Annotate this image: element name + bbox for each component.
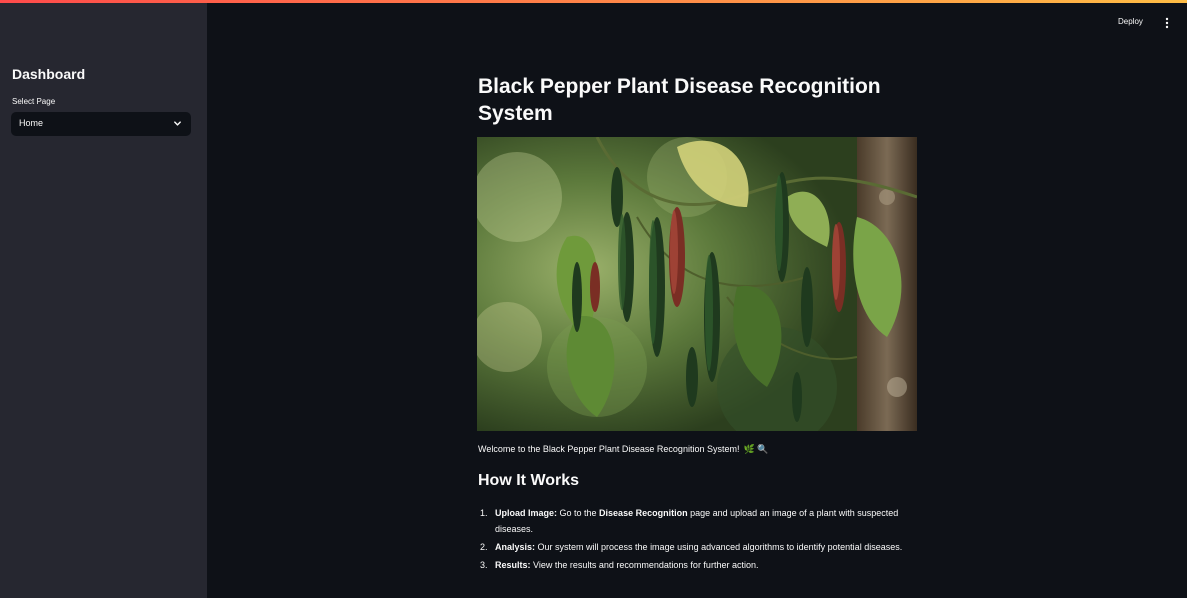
- step-text: View the results and recommendations for…: [530, 560, 759, 570]
- black-pepper-plant-image: [477, 137, 917, 431]
- step-item-analysis: 2. Analysis: Our system will process the…: [478, 539, 918, 555]
- step-number: 1.: [480, 508, 488, 518]
- step-number: 2.: [480, 542, 488, 552]
- step-title: Analysis:: [495, 542, 536, 552]
- steps-list: 1. Upload Image: Go to the Disease Recog…: [478, 505, 918, 575]
- welcome-message: Welcome to the Black Pepper Plant Diseas…: [478, 444, 740, 454]
- step-title: Upload Image:: [495, 508, 558, 518]
- select-page-dropdown[interactable]: Home: [11, 112, 191, 136]
- hero-image: [477, 137, 917, 431]
- deploy-button[interactable]: Deploy: [1118, 17, 1143, 26]
- select-page-label: Select Page: [12, 97, 56, 106]
- welcome-text: Welcome to the Black Pepper Plant Diseas…: [478, 444, 768, 455]
- step-item-upload: 1. Upload Image: Go to the Disease Recog…: [478, 505, 918, 537]
- welcome-emoji: 🌿 🔍: [743, 444, 769, 454]
- kebab-menu-icon[interactable]: [1162, 17, 1172, 29]
- chevron-down-icon: [174, 121, 181, 126]
- step-text: Our system will process the image using …: [535, 542, 903, 552]
- page-title: Black Pepper Plant Disease Recognition S…: [478, 75, 881, 125]
- select-page-value: Home: [19, 118, 44, 128]
- sidebar-title: Dashboard: [12, 66, 86, 82]
- step-text: Go to the: [557, 508, 600, 518]
- step-item-results: 3. Results: View the results and recomme…: [478, 557, 918, 573]
- how-it-works-heading: How It Works: [478, 472, 580, 489]
- step-title: Results:: [495, 560, 531, 570]
- step-number: 3.: [480, 560, 488, 570]
- step-link-text: Disease Recognition: [599, 508, 688, 518]
- sidebar: Dashboard Select Page Home: [0, 3, 207, 598]
